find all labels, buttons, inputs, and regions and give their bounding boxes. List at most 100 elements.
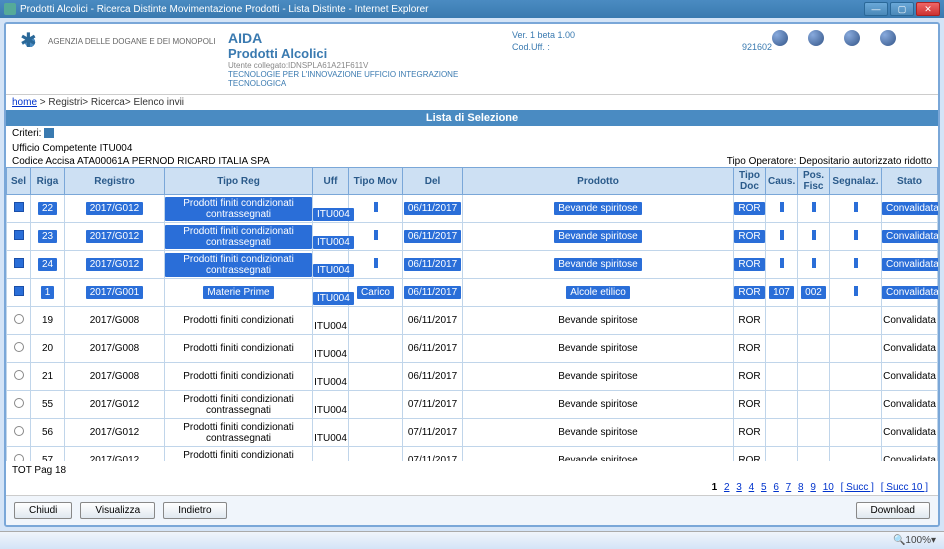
visualizza-button[interactable]: Visualizza (80, 502, 155, 519)
col-sel[interactable]: Sel (7, 168, 31, 195)
table-row[interactable]: 242017/G012Prodotti finiti condizionati … (7, 251, 938, 279)
cell-sel[interactable] (7, 391, 31, 419)
page-2[interactable]: 2 (724, 482, 730, 493)
cell-sel[interactable] (7, 307, 31, 335)
row-radio[interactable] (14, 426, 24, 436)
table-row[interactable]: 222017/G012Prodotti finiti condizionati … (7, 195, 938, 223)
cell-riga: 57 (31, 447, 65, 462)
minimize-button[interactable]: — (864, 2, 888, 16)
criteria-expand-icon[interactable] (44, 128, 54, 138)
row-radio[interactable] (14, 202, 24, 212)
version-area: Ver. 1 beta 1.00 Cod.Uff. : 921602 (512, 30, 772, 54)
cell-sel[interactable] (7, 419, 31, 447)
col-stato[interactable]: Stato (882, 168, 938, 195)
table-row[interactable]: 212017/G008Prodotti finiti condizionatiI… (7, 363, 938, 391)
cell-riga: 23 (31, 223, 65, 251)
breadcrumb-home[interactable]: home (12, 97, 37, 108)
cell-tiporeg: Prodotti finiti condizionati (165, 307, 313, 335)
cell-prodotto: Bevande spiritose (463, 363, 734, 391)
page-7[interactable]: 7 (786, 482, 792, 493)
page-1[interactable]: 1 (712, 482, 718, 493)
col-tiporeg[interactable]: Tipo Reg (165, 168, 313, 195)
table-row[interactable]: 192017/G008Prodotti finiti condizionatiI… (7, 307, 938, 335)
page-9[interactable]: 9 (810, 482, 816, 493)
cell-uff: ITU004 (313, 363, 349, 391)
accisa-line: Codice Accisa ATA00061A PERNOD RICARD IT… (12, 156, 270, 167)
version-label: Ver. 1 beta 1.00 (512, 30, 575, 40)
help-icon[interactable] (844, 30, 860, 46)
row-radio[interactable] (14, 286, 24, 296)
download-button[interactable]: Download (856, 502, 930, 519)
chiudi-button[interactable]: Chiudi (14, 502, 72, 519)
app-subtitle: Prodotti Alcolici (228, 46, 512, 61)
col-tipodoc[interactable]: Tipo Doc (734, 168, 766, 195)
page-5[interactable]: 5 (761, 482, 767, 493)
page-6[interactable]: 6 (773, 482, 779, 493)
row-radio[interactable] (14, 370, 24, 380)
cell-prodotto: Bevande spiritose (463, 447, 734, 462)
cell-registro: 2017/G012 (65, 391, 165, 419)
col-registro[interactable]: Registro (65, 168, 165, 195)
col-riga[interactable]: Riga (31, 168, 65, 195)
col-prodotto[interactable]: Prodotto (463, 168, 734, 195)
cell-sel[interactable] (7, 195, 31, 223)
cell-stato: Convalidata (882, 447, 938, 462)
cell-sel[interactable] (7, 279, 31, 307)
row-radio[interactable] (14, 230, 24, 240)
cell-registro: 2017/G012 (65, 251, 165, 279)
row-radio[interactable] (14, 258, 24, 268)
table-row[interactable]: 562017/G012Prodotti finiti condizionati … (7, 419, 938, 447)
zoom-dropdown-icon[interactable]: ▾ (931, 535, 936, 546)
row-radio[interactable] (14, 398, 24, 408)
cell-riga: 21 (31, 363, 65, 391)
exit-icon[interactable] (880, 30, 896, 46)
cell-posfisc (798, 391, 830, 419)
cell-sel[interactable] (7, 223, 31, 251)
col-posfisc[interactable]: Pos. Fisc (798, 168, 830, 195)
col-uff[interactable]: Uff (313, 168, 349, 195)
cell-uff: ITU004 (313, 447, 349, 462)
cell-sel[interactable] (7, 251, 31, 279)
cell-sel[interactable] (7, 363, 31, 391)
cell-uff: ITU004 (313, 391, 349, 419)
page-10[interactable]: 10 (823, 482, 834, 493)
close-button[interactable]: ✕ (916, 2, 940, 16)
cell-caus (766, 223, 798, 251)
tipo-operatore: Tipo Operatore: Depositario autorizzato … (727, 156, 932, 167)
table-row[interactable]: 232017/G012Prodotti finiti condizionati … (7, 223, 938, 251)
table-row[interactable]: 572017/G012Prodotti finiti condizionati … (7, 447, 938, 462)
maximize-button[interactable]: ▢ (890, 2, 914, 16)
info-icon[interactable] (808, 30, 824, 46)
page-3[interactable]: 3 (736, 482, 742, 493)
col-caus[interactable]: Caus. (766, 168, 798, 195)
cell-posfisc (798, 223, 830, 251)
cell-tipomov (349, 307, 403, 335)
page-4[interactable]: 4 (749, 482, 755, 493)
zoom-level[interactable]: 100% (905, 535, 931, 546)
row-radio[interactable] (14, 342, 24, 352)
table-row[interactable]: 12017/G001Materie PrimeITU004Carico06/11… (7, 279, 938, 307)
cell-tipomov: Carico (349, 279, 403, 307)
col-segnalaz[interactable]: Segnalaz. (830, 168, 882, 195)
page-next[interactable]: [ Succ ] (841, 482, 874, 493)
cell-sel[interactable] (7, 335, 31, 363)
col-del[interactable]: Del (403, 168, 463, 195)
page-next10[interactable]: [ Succ 10 ] (881, 482, 928, 493)
page-8[interactable]: 8 (798, 482, 804, 493)
indietro-button[interactable]: Indietro (163, 502, 226, 519)
cell-tipomov (349, 363, 403, 391)
app-window: Prodotti Alcolici - Ricerca Distinte Mov… (0, 0, 944, 549)
table-row[interactable]: 202017/G008Prodotti finiti condizionatiI… (7, 335, 938, 363)
cell-tipomov (349, 195, 403, 223)
cell-uff: ITU004 (313, 307, 349, 335)
row-radio[interactable] (14, 454, 24, 461)
zoom-icon[interactable]: 🔍 (893, 535, 905, 546)
cell-segnalaz (830, 251, 882, 279)
app-header: AGENZIA DELLE DOGANE E DEI MONOPOLI AIDA… (6, 24, 938, 95)
cell-riga: 1 (31, 279, 65, 307)
home-icon[interactable] (772, 30, 788, 46)
row-radio[interactable] (14, 314, 24, 324)
cell-sel[interactable] (7, 447, 31, 462)
table-row[interactable]: 552017/G012Prodotti finiti condizionati … (7, 391, 938, 419)
col-tipomov[interactable]: Tipo Mov (349, 168, 403, 195)
